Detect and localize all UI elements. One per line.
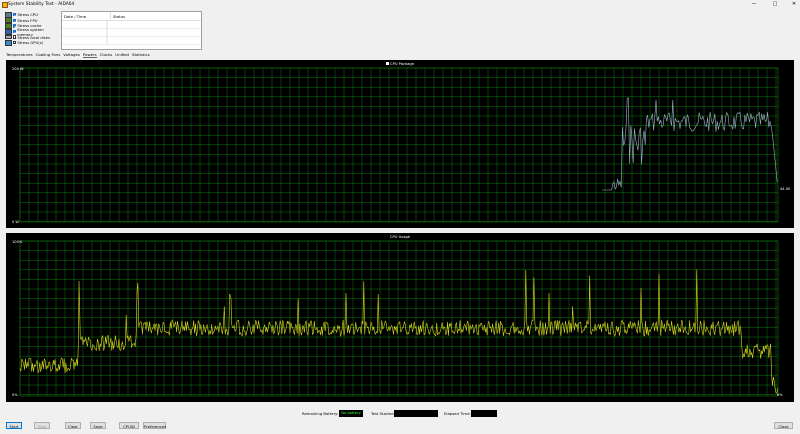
stress-cpu-label: Stress CPU	[17, 12, 38, 18]
cpuid-button[interactable]: CPUID	[119, 422, 139, 429]
memory-icon	[5, 28, 12, 35]
power-graph-title-row: CPU Package	[6, 62, 794, 66]
tab-unified[interactable]: Unified	[115, 52, 129, 58]
start-button[interactable]: Start	[6, 422, 22, 429]
table-row	[62, 21, 201, 29]
cpu-package-power-graph: CPU Package 200 W 0 W 44.00	[6, 60, 794, 228]
title-bar: System Stability Test - AIDA64 — □ ✕	[0, 0, 800, 9]
cpu-y-min-label: 0%	[12, 393, 18, 397]
power-series-line	[602, 97, 778, 191]
cpu-graph-canvas	[19, 240, 779, 397]
power-graph-grid	[19, 67, 779, 223]
power-graph-canvas	[19, 67, 779, 223]
window-title: System Stability Test - AIDA64	[8, 2, 75, 7]
status-bar: Remaining Battery: No battery Test Start…	[0, 409, 800, 418]
status-table-header: Date / Time Status	[62, 12, 201, 21]
power-y-max-label: 200 W	[12, 67, 24, 71]
stress-cpu-checkbox[interactable]	[13, 13, 17, 17]
elapsed-time-value	[471, 409, 497, 417]
close-window-button[interactable]: ✕	[788, 1, 800, 8]
power-current-value: 44.00	[780, 187, 791, 191]
button-bar: Start Stop Clear Save CPUID Preferences …	[0, 422, 800, 430]
tab-cooling-fans[interactable]: Cooling Fans	[36, 52, 61, 58]
stress-disks-label: Stress local disks	[17, 34, 50, 40]
stress-options: Stress CPU Stress FPU Stress cache Stres…	[5, 11, 59, 46]
tab-clocks[interactable]: Clocks	[100, 52, 113, 58]
graph-tabs: Temperatures Cooling Fans Voltages Power…	[6, 52, 153, 58]
remaining-battery-value: No battery	[339, 409, 363, 417]
remaining-battery-label: Remaining Battery:	[302, 411, 339, 416]
maximize-button[interactable]: □	[769, 1, 781, 8]
table-row	[62, 37, 201, 45]
cpu-y-max-label: 100%	[12, 240, 23, 244]
stress-gpu-option[interactable]: Stress GPU(s)	[5, 39, 59, 46]
preferences-button[interactable]: Preferences	[143, 422, 166, 429]
test-started-label: Test Started:	[371, 411, 395, 416]
cpu-usage-series-line	[19, 269, 779, 394]
elapsed-time-label: Elapsed Time:	[444, 411, 471, 416]
date-time-column-header[interactable]: Date / Time	[62, 12, 111, 20]
cpu-graph-title: CPU Usage	[389, 235, 411, 239]
close-button[interactable]: Close	[774, 422, 793, 429]
tab-powers[interactable]: Powers	[82, 52, 97, 58]
clear-button[interactable]: Clear	[65, 422, 81, 429]
stress-gpu-label: Stress GPU(s)	[17, 40, 44, 46]
stress-disks-checkbox[interactable]	[13, 35, 17, 39]
power-series-checkbox[interactable]	[386, 62, 390, 66]
stress-gpu-checkbox[interactable]	[13, 41, 17, 45]
tab-statistics[interactable]: Statistics	[132, 52, 150, 58]
power-y-min-label: 0 W	[12, 220, 19, 224]
disk-icon	[5, 35, 12, 40]
stress-memory-checkbox[interactable]	[12, 29, 17, 34]
status-column-header[interactable]: Status	[111, 12, 127, 20]
cpu-usage-graph: CPU Usage 100% 0% 6%	[6, 233, 794, 402]
monitor-icon	[5, 39, 12, 46]
cpu-current-value: 6%	[777, 393, 783, 397]
tab-temperatures[interactable]: Temperatures	[6, 52, 33, 58]
stop-button[interactable]: Stop	[34, 422, 50, 429]
stress-cache-checkbox[interactable]	[13, 24, 17, 28]
power-graph-title: CPU Package	[390, 62, 414, 66]
stress-fpu-checkbox[interactable]	[13, 18, 17, 23]
tab-voltages[interactable]: Voltages	[63, 52, 80, 58]
test-started-value	[394, 409, 438, 417]
status-log-table[interactable]: Date / Time Status	[61, 11, 202, 50]
save-button[interactable]: Save	[90, 422, 106, 429]
table-row	[62, 29, 201, 37]
minimize-button[interactable]: —	[748, 1, 760, 8]
stress-fpu-label: Stress FPU	[17, 17, 38, 23]
cpu-graph-grid	[19, 240, 779, 397]
